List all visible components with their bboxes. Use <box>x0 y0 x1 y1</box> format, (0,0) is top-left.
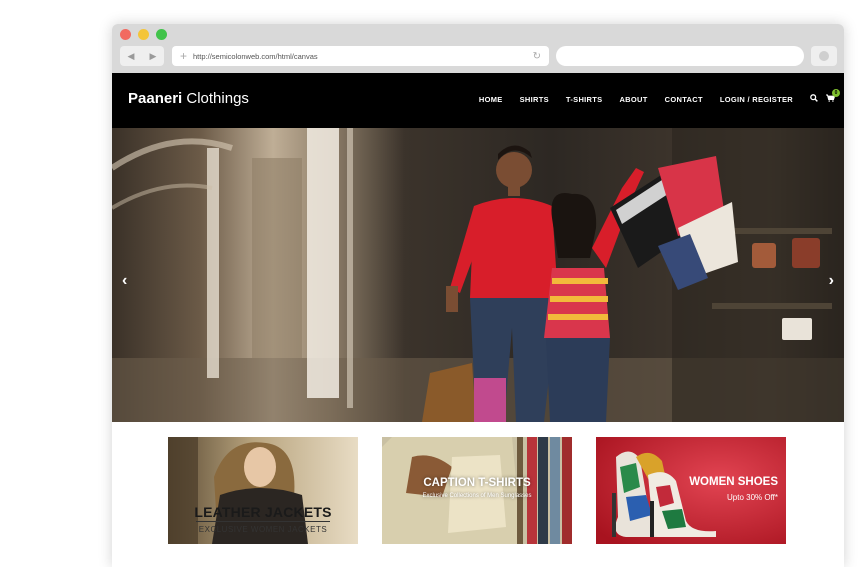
tile-title: LEATHER JACKETS <box>194 504 332 520</box>
hero-image <box>112 128 844 422</box>
nav-home[interactable]: HOME <box>479 95 503 104</box>
site-header: Paaneri Clothings HOME SHIRTS T-SHIRTS A… <box>112 73 844 128</box>
promo-leather-jackets[interactable]: LEATHER JACKETS EXCLUSIVE WOMEN JACKETS <box>168 437 358 544</box>
back-icon[interactable]: ◀ <box>128 51 135 62</box>
search-icon[interactable] <box>810 94 818 104</box>
add-icon: + <box>180 49 188 63</box>
hero-slider[interactable]: ‹ › <box>112 128 844 422</box>
tile-divider <box>196 521 330 522</box>
nav-contact[interactable]: CONTACT <box>665 95 703 104</box>
cart-count-badge: 0 <box>832 89 840 97</box>
tile-subtitle: Exclusive Collections of Men Sunglasses <box>422 493 532 499</box>
logo-suffix: Clothings <box>182 90 249 107</box>
site-logo[interactable]: Paaneri Clothings <box>128 90 249 107</box>
address-bar[interactable]: + http://semicolonweb.com/html/canvas ↻ <box>172 46 549 66</box>
nav-login-register[interactable]: LOGIN / REGISTER <box>720 95 793 104</box>
tile-title: CAPTION T-SHIRTS <box>423 477 531 489</box>
slider-next-icon[interactable]: › <box>829 272 834 290</box>
nav-shirts[interactable]: SHIRTS <box>520 95 549 104</box>
extension-button[interactable] <box>811 46 837 66</box>
caption-t-shirts-image <box>382 437 572 544</box>
browser-toolbar: ◀ ▶ + http://semicolonweb.com/html/canva… <box>112 24 844 73</box>
slider-prev-icon[interactable]: ‹ <box>122 272 127 290</box>
logo-brand: Paaneri <box>128 90 183 107</box>
promo-caption-t-shirts[interactable]: CAPTION T-SHIRTS Exclusive Collections o… <box>382 437 572 544</box>
women-shoes-image <box>596 437 786 544</box>
close-window-button[interactable] <box>120 29 131 40</box>
tile-title: WOMEN SHOES <box>689 476 778 488</box>
history-buttons: ◀ ▶ <box>120 46 164 66</box>
reload-icon[interactable]: ↻ <box>533 51 541 62</box>
nav-about[interactable]: ABOUT <box>619 95 647 104</box>
browser-search-input[interactable] <box>556 46 804 66</box>
browser-window: ◀ ▶ + http://semicolonweb.com/html/canva… <box>112 24 844 567</box>
cart-icon[interactable]: 0 <box>826 89 840 104</box>
nav-t-shirts[interactable]: T-SHIRTS <box>566 95 603 104</box>
minimize-window-button[interactable] <box>138 29 149 40</box>
maximize-window-button[interactable] <box>156 29 167 40</box>
tile-subtitle: Upto 30% Off* <box>727 493 778 502</box>
forward-icon[interactable]: ▶ <box>150 51 157 62</box>
extension-icon <box>819 51 829 61</box>
main-nav: HOME SHIRTS T-SHIRTS ABOUT CONTACT LOGIN… <box>462 89 840 104</box>
tile-subtitle: EXCLUSIVE WOMEN JACKETS <box>198 525 328 534</box>
promo-women-shoes[interactable]: WOMEN SHOES Upto 30% Off* <box>596 437 786 544</box>
url-text[interactable]: http://semicolonweb.com/html/canvas <box>193 52 533 61</box>
